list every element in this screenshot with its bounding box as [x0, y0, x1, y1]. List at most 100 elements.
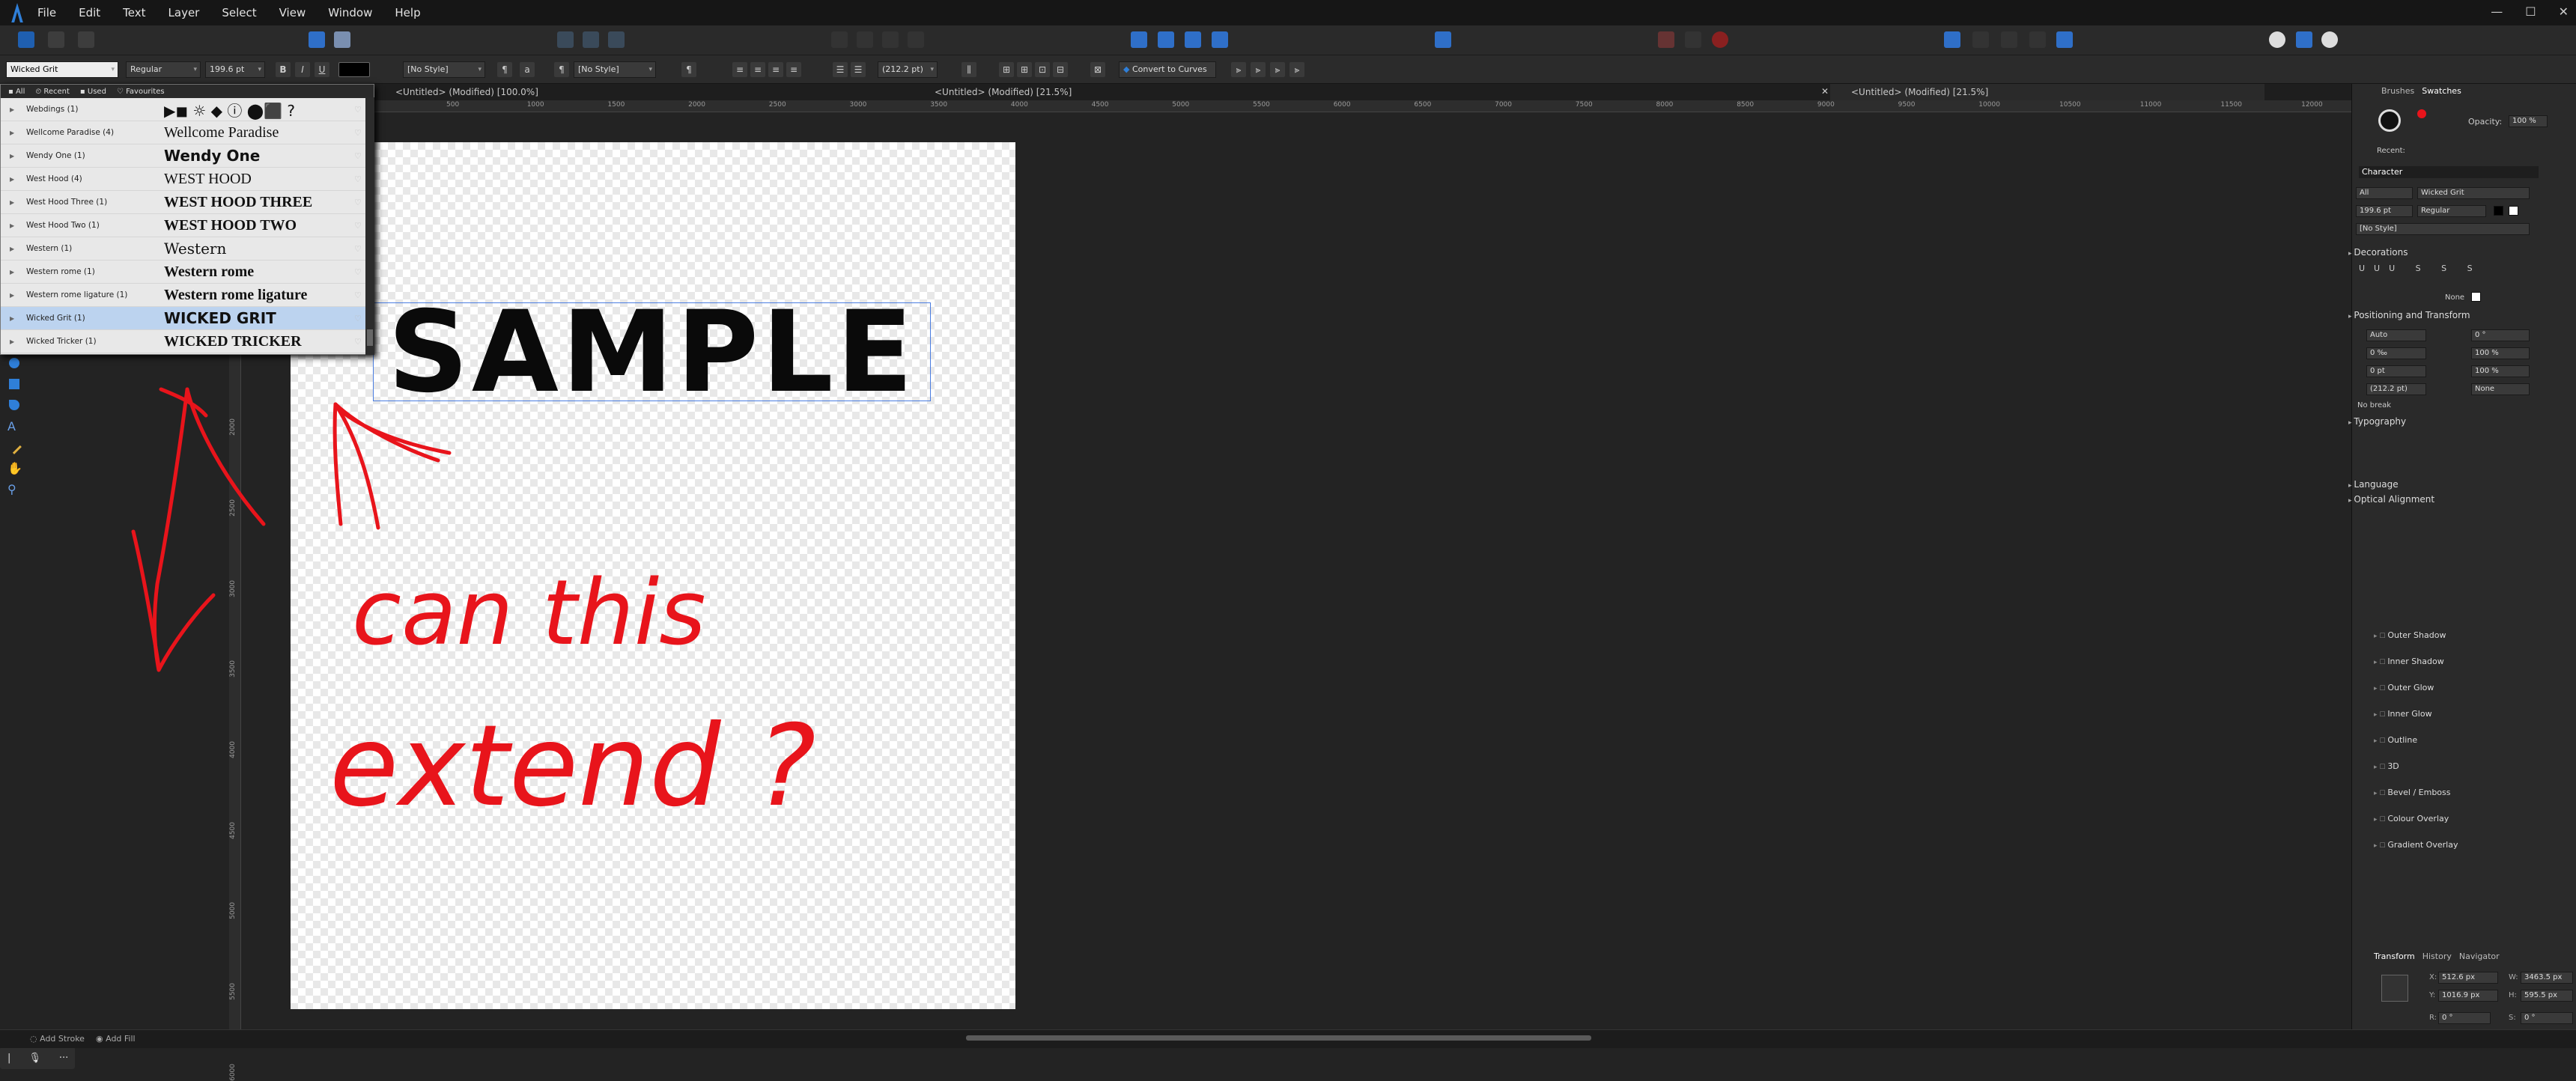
effect-gradient-overlay[interactable]: Gradient Overlay: [2374, 840, 2458, 850]
assets-icon[interactable]: [309, 31, 325, 48]
char-stroke-swatch[interactable]: [2509, 206, 2518, 216]
horizontal-scrollbar[interactable]: [966, 1035, 1591, 1041]
align-bottom-icon[interactable]: ⫸: [1289, 62, 1304, 77]
font-list-item[interactable]: ▶ West Hood Three (1) WEST HOOD THREE ♡: [1, 191, 366, 214]
expand-triangle-icon[interactable]: ▶: [10, 338, 17, 345]
menu-select[interactable]: Select: [222, 6, 256, 19]
paragraph-style-select[interactable]: [No Style]: [403, 61, 485, 78]
transform-y-field[interactable]: 1016.9 px: [2438, 990, 2498, 1002]
favourite-heart-icon[interactable]: ♡: [354, 290, 362, 300]
frame-baseline-icon[interactable]: ⊞: [1017, 62, 1032, 77]
boolean-add-icon[interactable]: [831, 31, 848, 48]
transparency-tool-icon[interactable]: [9, 400, 19, 410]
tab-swatches[interactable]: Swatches: [2422, 86, 2461, 96]
color-picker-tool-icon[interactable]: [7, 439, 22, 454]
close-tab-icon[interactable]: ✕: [1821, 86, 1829, 97]
char-font-select[interactable]: Wicked Grit: [2417, 187, 2530, 199]
favourite-heart-icon[interactable]: ♡: [354, 198, 362, 207]
snap-grid-icon[interactable]: [608, 31, 625, 48]
anchor-selector-icon[interactable]: [2381, 975, 2408, 1002]
numbering-icon[interactable]: ☰: [851, 62, 866, 77]
menu-text[interactable]: Text: [123, 6, 145, 19]
effect-inner-glow[interactable]: Inner Glow: [2374, 709, 2431, 719]
boolean-divide-icon[interactable]: [908, 31, 924, 48]
maximize-icon[interactable]: ☐: [2525, 4, 2536, 19]
frame-lock-icon[interactable]: ⊟: [1053, 62, 1068, 77]
align-right-icon[interactable]: ≡: [768, 62, 783, 77]
zoom-tool-icon[interactable]: ⚲: [7, 482, 16, 496]
filter-all[interactable]: ▪ All: [8, 88, 25, 96]
transform-rotate-field[interactable]: 0 °: [2438, 1012, 2491, 1024]
menu-view[interactable]: View: [279, 6, 306, 19]
expand-triangle-icon[interactable]: ▶: [10, 292, 17, 299]
favourite-heart-icon[interactable]: ♡: [354, 314, 362, 323]
hand-tool-icon[interactable]: ✋: [7, 461, 22, 475]
studio-icon[interactable]: [2296, 31, 2312, 48]
designer-persona-icon[interactable]: [18, 31, 34, 48]
font-list-item[interactable]: ▶ Webdings (1) ▶◼ ☼ ◆ ⓘ ⬤⬛ ? ♡: [1, 98, 366, 121]
align-icon[interactable]: [1435, 31, 1451, 48]
char-style-select[interactable]: Regular: [2417, 205, 2486, 217]
font-list-item[interactable]: ▶ Western rome (1) Western rome ♡: [1, 261, 366, 284]
font-list-item[interactable]: ▶ Western (1) Western ♡: [1, 237, 366, 261]
bullets-icon[interactable]: ☰: [833, 62, 848, 77]
effect-outline[interactable]: Outline: [2374, 735, 2417, 745]
effect-outer-shadow[interactable]: Outer Shadow: [2374, 630, 2446, 640]
filter-recent[interactable]: ⏲ Recent: [35, 88, 70, 96]
italic-button[interactable]: I: [295, 62, 310, 77]
tab-transform[interactable]: Transform: [2374, 951, 2415, 961]
rotate-right-icon[interactable]: [1212, 31, 1228, 48]
flip-horizontal-icon[interactable]: [1131, 31, 1147, 48]
char-scope-select[interactable]: All: [2356, 187, 2413, 199]
style-options-icon[interactable]: ¶: [497, 62, 512, 77]
add-fill-button[interactable]: ◉ Add Fill: [96, 1034, 136, 1044]
expand-triangle-icon[interactable]: ▶: [10, 130, 17, 136]
flip-vertical-icon[interactable]: [1158, 31, 1174, 48]
artistic-text-tool-icon[interactable]: A: [7, 419, 16, 433]
insert-icon[interactable]: [1685, 31, 1701, 48]
more-icon[interactable]: ···: [59, 1053, 68, 1064]
tab-navigator[interactable]: Navigator: [2459, 951, 2500, 961]
tracking-field[interactable]: 0 ‰: [2366, 347, 2426, 359]
paragraph-icon[interactable]: ¶: [554, 62, 569, 77]
favourite-heart-icon[interactable]: ♡: [354, 267, 362, 277]
font-size-select[interactable]: 199.6 pt: [205, 61, 265, 78]
preferences-icon[interactable]: [2321, 31, 2338, 48]
optical-alignment-section[interactable]: Optical Alignment: [2348, 494, 2434, 505]
expand-triangle-icon[interactable]: ▶: [10, 222, 17, 229]
fill-stroke-well-icon[interactable]: [2378, 109, 2401, 132]
clear-formatting-icon[interactable]: ¶: [681, 62, 696, 77]
favourite-heart-icon[interactable]: ♡: [354, 151, 362, 161]
sync-icon[interactable]: [2269, 31, 2285, 48]
swatch-red-icon[interactable]: [2417, 109, 2426, 118]
tab-document-2[interactable]: <Untitled> (Modified) [21.5%]: [914, 84, 1288, 100]
effect-outer-glow[interactable]: Outer Glow: [2374, 683, 2434, 692]
opacity-field[interactable]: 100 %: [2509, 115, 2548, 127]
char-fill-swatch[interactable]: [2494, 206, 2503, 216]
tab-document-3[interactable]: <Untitled> (Modified) [21.5%]: [1830, 84, 2264, 100]
underline-buttons[interactable]: UUU S S S: [2359, 264, 2482, 273]
gradient-tool-icon[interactable]: [9, 379, 19, 389]
filter-used[interactable]: ▪ Used: [80, 88, 106, 96]
favourite-heart-icon[interactable]: ♡: [354, 337, 362, 347]
expand-triangle-icon[interactable]: ▶: [10, 199, 17, 206]
arrange-forward-icon[interactable]: [1972, 31, 1989, 48]
boolean-subtract-icon[interactable]: [857, 31, 873, 48]
export-persona-icon[interactable]: [78, 31, 94, 48]
leading-select[interactable]: (212.2 pt): [878, 61, 938, 78]
effect-inner-shadow[interactable]: Inner Shadow: [2374, 657, 2443, 666]
transform-shear-field[interactable]: 0 °: [2521, 1012, 2573, 1024]
transform-x-field[interactable]: 512.6 px: [2438, 972, 2498, 984]
expand-triangle-icon[interactable]: ▶: [10, 315, 17, 322]
positioning-section[interactable]: Positioning and Transform: [2348, 310, 2470, 320]
font-list-scrollbar[interactable]: [365, 97, 374, 355]
tab-document-1[interactable]: <Untitled> (Modified) [100.0%]: [374, 84, 824, 100]
baseline-field[interactable]: 0 pt: [2366, 365, 2426, 377]
favourite-heart-icon[interactable]: ♡: [354, 128, 362, 138]
tab-brushes[interactable]: Brushes: [2381, 86, 2414, 96]
align-left-icon[interactable]: ≡: [732, 62, 747, 77]
snap-icon[interactable]: [557, 31, 574, 48]
language-section[interactable]: Language: [2348, 479, 2398, 490]
pixel-persona-icon[interactable]: [48, 31, 64, 48]
shear-field[interactable]: 0 °: [2471, 329, 2530, 341]
